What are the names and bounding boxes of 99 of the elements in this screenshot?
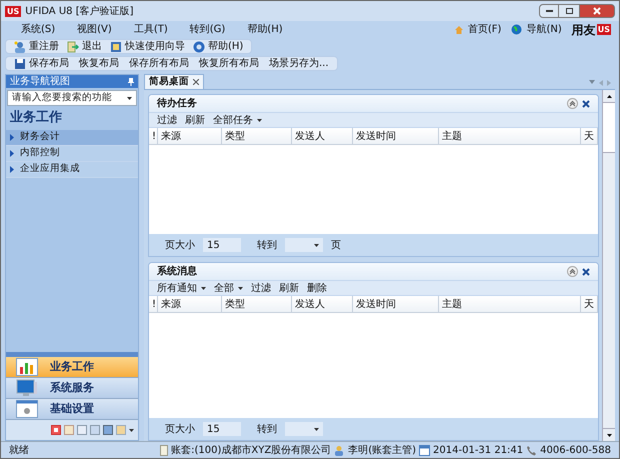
expand-arrow-icon	[10, 150, 14, 156]
column-header[interactable]: 发送时间	[353, 296, 439, 312]
toolbar-button[interactable]: 保存布局	[14, 56, 69, 71]
expand-arrow-icon	[10, 134, 14, 140]
caret-icon	[129, 428, 134, 432]
page-size-field[interactable]: 15	[203, 422, 241, 436]
collapse-icon[interactable]	[567, 266, 578, 277]
toolbar-button[interactable]: 恢复布局	[79, 56, 119, 71]
goto-label: 转到	[257, 422, 277, 436]
sidebar-item[interactable]: 内部控制	[6, 146, 138, 162]
panel-title: 待办任务	[157, 96, 197, 111]
minimize-button[interactable]	[539, 4, 559, 18]
nav-button[interactable]: 业务工作	[6, 357, 138, 378]
user-icon	[14, 40, 26, 52]
menu-item[interactable]: 系统(S)	[21, 22, 56, 37]
column-header[interactable]: 类型	[222, 296, 292, 312]
toolbar-button[interactable]: 重注册	[14, 39, 59, 54]
column-header[interactable]: 主题	[439, 128, 581, 144]
column-header[interactable]: 来源	[158, 296, 222, 312]
brand-logo: US	[596, 24, 611, 35]
monitor-icon	[16, 379, 38, 397]
nav-button[interactable]: 系统服务	[6, 378, 138, 399]
user-text: 李明(账套主管)	[348, 444, 416, 458]
toolbar-button[interactable]: 全部	[214, 280, 243, 296]
column-header[interactable]: 天	[581, 128, 598, 144]
tab[interactable]: 简易桌面	[144, 74, 204, 89]
column-header[interactable]: 发送人	[292, 296, 353, 312]
page-size-field[interactable]: 15	[203, 238, 241, 252]
close-icon[interactable]	[582, 100, 590, 108]
scrollbar[interactable]	[602, 90, 615, 441]
toolbar-button[interactable]: 全部任务	[213, 112, 262, 128]
close-icon[interactable]	[582, 268, 590, 276]
close-button[interactable]	[579, 4, 615, 18]
app-logo: US	[5, 6, 22, 16]
column-header[interactable]: 发送时间	[353, 128, 439, 144]
brand-name: 用友	[572, 22, 596, 38]
phone-icon	[526, 444, 538, 456]
toolbar-button[interactable]: 保存所有布局	[129, 56, 189, 71]
exit-icon	[67, 40, 79, 52]
page-size-label: 页大小	[165, 238, 195, 252]
toolbar-button[interactable]: 退出	[67, 39, 102, 54]
menu-item[interactable]: 视图(V)	[77, 22, 112, 37]
datetime-text: 2014-01-31 21:41	[433, 444, 524, 458]
sidebar-item[interactable]: 企业应用集成	[6, 162, 138, 178]
calendar-icon	[419, 444, 430, 456]
pin-icon[interactable]	[128, 78, 134, 86]
page-label: 页	[331, 238, 341, 252]
column-header[interactable]: !	[149, 128, 158, 144]
toolbar-button[interactable]: 刷新	[279, 280, 299, 296]
scroll-down-icon[interactable]	[606, 434, 612, 436]
globe-icon	[511, 24, 522, 35]
toolbar-button[interactable]: 所有通知	[157, 280, 206, 296]
column-header[interactable]: 类型	[222, 128, 292, 144]
caret-icon	[314, 244, 319, 246]
close-icon[interactable]	[193, 79, 199, 85]
phone-text: 4006-600-588	[540, 444, 611, 458]
toolbar-button[interactable]: 过滤	[157, 112, 177, 128]
user-icon	[334, 444, 346, 456]
expand-arrow-icon	[10, 166, 14, 172]
toolbar-button[interactable]: 过滤	[251, 280, 271, 296]
top-link[interactable]: 导航(N)	[511, 22, 562, 37]
caret-icon	[314, 428, 319, 430]
status-text: 就绪	[9, 444, 29, 458]
column-header[interactable]: 天	[581, 296, 598, 312]
panel-title: 系统消息	[157, 264, 197, 279]
column-header[interactable]: 主题	[439, 296, 581, 312]
sidebar-section-title: 业务工作	[9, 109, 63, 127]
dropdown-icon[interactable]	[589, 80, 595, 84]
collapse-icon[interactable]	[567, 98, 578, 109]
toolbar-button[interactable]: 场景另存为...	[269, 56, 329, 71]
top-link[interactable]: 首页(F)	[454, 22, 502, 37]
toolbar-button[interactable]: 删除	[307, 280, 327, 296]
search-field[interactable]: 请输入您要搜索的功能	[7, 90, 137, 106]
home-icon	[454, 24, 464, 34]
stop-icon[interactable]	[51, 425, 61, 435]
account-text: 账套:(100)成都市XYZ股份有限公司	[171, 444, 332, 458]
save-icon	[14, 58, 26, 70]
scroll-up-icon[interactable]	[606, 94, 612, 98]
goto-label: 转到	[257, 238, 277, 252]
toolbar-button[interactable]: 快速使用向导	[110, 39, 185, 54]
page-size-label: 页大小	[165, 422, 195, 436]
toolbar-button[interactable]: 恢复所有布局	[199, 56, 259, 71]
nav-button[interactable]: 基础设置	[6, 399, 138, 420]
menu-item[interactable]: 转到(G)	[190, 22, 226, 37]
toolbar-button[interactable]: 帮助(H)	[193, 39, 244, 54]
scrollbar-thumb[interactable]	[603, 103, 615, 153]
sidebar-item[interactable]: 财务会计	[6, 130, 138, 146]
column-header[interactable]: !	[149, 296, 158, 312]
sidebar-title: 业务导航视图	[10, 74, 70, 89]
toolbar-button[interactable]: 刷新	[185, 112, 205, 128]
maximize-button[interactable]	[559, 4, 579, 18]
menu-item[interactable]: 工具(T)	[134, 22, 168, 37]
window-title: UFIDA U8 [客户验证版]	[25, 4, 134, 18]
close-icon	[593, 7, 601, 15]
menu-item[interactable]: 帮助(H)	[247, 22, 283, 37]
caret-icon	[127, 96, 132, 100]
column-header[interactable]: 来源	[158, 128, 222, 144]
bar-chart-icon	[16, 358, 38, 376]
column-header[interactable]: 发送人	[292, 128, 353, 144]
